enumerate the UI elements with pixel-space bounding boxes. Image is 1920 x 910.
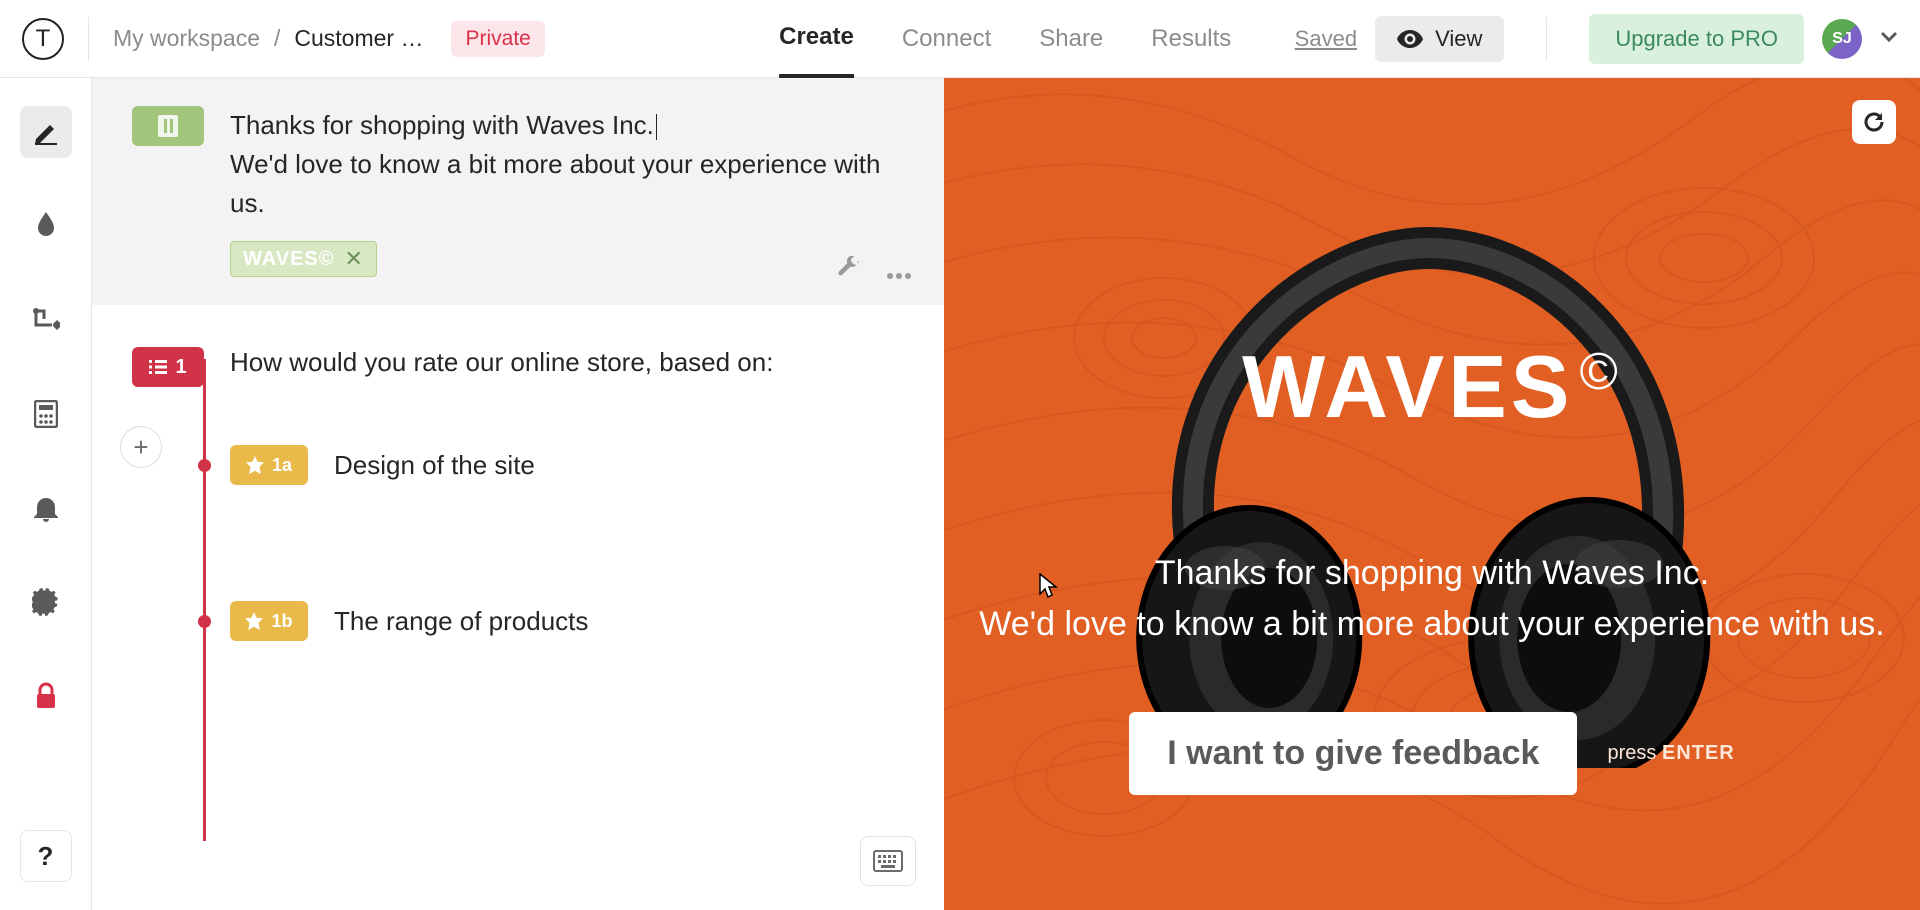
sub-badge: 1a	[230, 445, 308, 485]
question-number: 1	[175, 356, 186, 379]
editor-panel: Thanks for shopping with Waves Inc. We'd…	[92, 78, 944, 910]
question-badge: 1	[132, 347, 204, 387]
breadcrumb-separator: /	[274, 25, 280, 52]
top-bar: T My workspace / Customer … Private Crea…	[0, 0, 1920, 78]
breadcrumb: My workspace / Customer … Private	[113, 21, 545, 57]
question-list: 1 How would you rate our online store, b…	[92, 305, 944, 641]
divider	[88, 17, 89, 61]
refresh-preview-button[interactable]	[1852, 100, 1896, 144]
welcome-screen-block[interactable]: Thanks for shopping with Waves Inc. We'd…	[92, 78, 944, 305]
star-icon	[246, 456, 264, 474]
feedback-button[interactable]: I want to give feedback	[1129, 712, 1577, 795]
preview-line1: Thanks for shopping with Waves Inc.	[1155, 554, 1709, 592]
sub-id: 1a	[272, 455, 292, 476]
saved-status[interactable]: Saved	[1295, 26, 1357, 52]
press-hint: press ENTER	[1607, 742, 1734, 765]
copyright-mark: ©	[1579, 343, 1621, 401]
sub-question-1b[interactable]: 1b The range of products	[186, 601, 904, 641]
user-avatar[interactable]: SJ	[1822, 19, 1862, 59]
text-caret	[656, 114, 657, 140]
rail-lock-icon[interactable]	[20, 670, 72, 722]
upgrade-button[interactable]: Upgrade to PRO	[1589, 14, 1804, 64]
connector-dot	[198, 615, 211, 628]
sub-label[interactable]: Design of the site	[334, 450, 535, 481]
rail-settings-icon[interactable]	[20, 576, 72, 628]
mouse-cursor-icon	[1039, 573, 1059, 599]
welcome-text-editor[interactable]: Thanks for shopping with Waves Inc. We'd…	[230, 106, 904, 223]
sub-label[interactable]: The range of products	[334, 606, 588, 637]
rail-notifications-icon[interactable]	[20, 482, 72, 534]
preview-line2: We'd love to know a bit more about your …	[979, 605, 1884, 643]
star-icon	[245, 612, 263, 630]
breadcrumb-workspace[interactable]: My workspace	[113, 25, 260, 52]
tab-connect[interactable]: Connect	[902, 0, 991, 78]
keyboard-button[interactable]	[860, 836, 916, 886]
add-block-button[interactable]: +	[120, 426, 162, 468]
rail-logic-icon[interactable]	[20, 294, 72, 346]
tab-results[interactable]: Results	[1151, 0, 1231, 78]
remove-image-icon[interactable]: ✕	[345, 246, 364, 272]
image-chip-label: WAVES©	[243, 248, 335, 271]
preview-brand: WAVES©	[1242, 336, 1622, 438]
question-1[interactable]: 1 How would you rate our online store, b…	[132, 347, 904, 387]
question-title[interactable]: How would you rate our online store, bas…	[230, 347, 773, 378]
rail-content-icon[interactable]	[20, 106, 72, 158]
tab-create[interactable]: Create	[779, 0, 854, 78]
sub-question-1a[interactable]: 1a Design of the site	[186, 445, 904, 485]
chevron-down-icon[interactable]	[1880, 30, 1898, 48]
refresh-icon	[1862, 110, 1886, 134]
top-right-controls: Saved View Upgrade to PRO SJ	[1295, 14, 1898, 64]
sub-id: 1b	[271, 611, 292, 632]
breadcrumb-project[interactable]: Customer …	[294, 25, 423, 52]
preview-text: Thanks for shopping with Waves Inc. We'd…	[979, 548, 1884, 650]
rail-calculator-icon[interactable]	[20, 388, 72, 440]
sub-questions: 1a Design of the site 1b The range of pr…	[186, 387, 904, 641]
main-nav-tabs: Create Connect Share Results	[779, 0, 1231, 78]
connector-dot	[198, 459, 211, 472]
privacy-badge[interactable]: Private	[451, 21, 544, 57]
welcome-screen-icon	[132, 106, 204, 146]
list-icon	[149, 360, 167, 374]
tab-share[interactable]: Share	[1039, 0, 1103, 78]
view-button[interactable]: View	[1375, 16, 1504, 62]
divider	[1546, 17, 1547, 61]
preview-panel: WAVES© Thanks for shopping with Waves In…	[944, 78, 1920, 910]
welcome-line1: Thanks for shopping with Waves Inc.	[230, 110, 654, 140]
more-icon[interactable]	[886, 256, 912, 287]
wrench-icon[interactable]	[838, 256, 862, 287]
cta-row: I want to give feedback press ENTER	[1129, 712, 1734, 795]
keyboard-icon	[873, 850, 903, 872]
app-logo[interactable]: T	[22, 18, 64, 60]
view-label: View	[1435, 26, 1482, 52]
help-button[interactable]: ?	[20, 830, 72, 882]
welcome-line2: We'd love to know a bit more about your …	[230, 149, 881, 218]
eye-icon	[1397, 30, 1423, 48]
block-tools	[838, 256, 912, 287]
attached-image-chip[interactable]: WAVES© ✕	[230, 241, 377, 277]
left-rail: ?	[0, 78, 92, 910]
connector-line	[203, 359, 206, 841]
rail-design-icon[interactable]	[20, 200, 72, 252]
sub-badge: 1b	[230, 601, 308, 641]
